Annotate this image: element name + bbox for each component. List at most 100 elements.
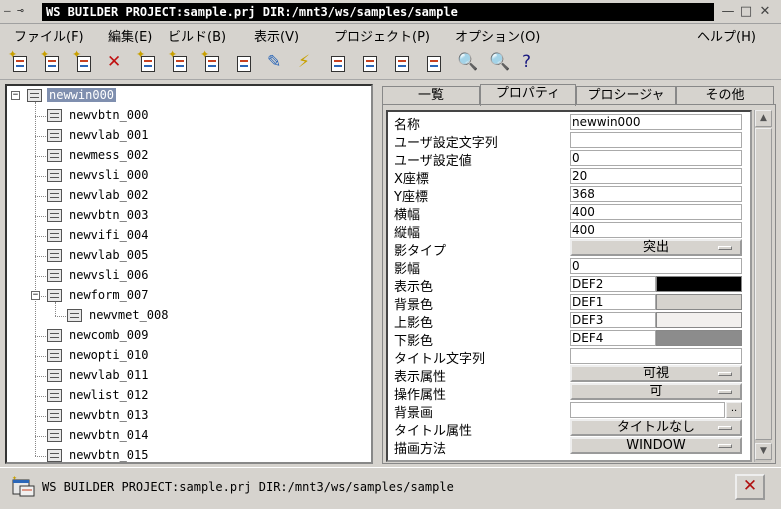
property-value-field[interactable]: 368 [570,186,742,202]
property-value-field[interactable]: 400 [570,204,742,220]
tree-item[interactable]: newvbtn_000 [7,106,367,126]
tree-item[interactable]: newlist_012 [7,386,367,406]
tree-item[interactable]: newwin000 [7,86,367,106]
property-select[interactable]: 可 [570,383,742,400]
tree-item[interactable]: newvsli_006 [7,266,367,286]
tab-procedures[interactable]: プロシージャ [576,86,676,105]
widget-icon [47,109,62,122]
option-menu-icon [718,444,732,448]
widget-tree[interactable]: newwin000 newvbtn_000 newvlab_001 newmess_0… [5,84,373,464]
tree-item[interactable]: newvbtn_003 [7,206,367,226]
window-menu-icon[interactable]: — ⊸ [4,4,24,17]
new-dialog-icon[interactable]: ✦ [38,49,66,77]
property-row: 描画方法 WINDOW [388,437,750,457]
property-value-field[interactable]: DEF3 [570,312,656,328]
tree-item[interactable]: newvifi_004 [7,226,367,246]
delete-icon[interactable]: ✕ [102,49,130,77]
menu-help[interactable]: ヘルプ(H) [697,26,756,45]
title-bar[interactable]: — ⊸ WS BUILDER PROJECT:sample.prj DIR:/m… [0,0,781,24]
widget-icon [47,269,62,282]
tree-item-label: newvlab_001 [69,128,149,142]
maximize-button[interactable]: □ [737,3,755,21]
tree-item[interactable]: newvmet_008 [7,306,367,326]
property-value-field[interactable]: DEF4 [570,330,656,346]
tree-item[interactable]: newvlab_001 [7,126,367,146]
scroll-up-button[interactable]: ▲ [755,110,772,127]
property-tabs: 一覧 プロパティ プロシージャ その他 [382,84,776,106]
new-list-icon[interactable]: ✦ [166,49,194,77]
menu-edit[interactable]: 編集(E) [108,26,152,45]
tree-item[interactable]: newvlab_002 [7,186,367,206]
color-swatch[interactable] [656,276,742,292]
tab-other[interactable]: その他 [676,86,774,105]
close-window-button[interactable]: ✕ [756,3,774,21]
collapse-toggle[interactable]: − [31,291,40,300]
property-select[interactable]: 可視 [570,365,742,382]
property-value-field[interactable]: 20 [570,168,742,184]
tab-list[interactable]: 一覧 [382,86,480,105]
tree-item[interactable]: newcomb_009 [7,326,367,346]
property-value-field[interactable]: DEF2 [570,276,656,292]
property-row: 背景色 DEF1 [388,293,750,313]
status-close-button[interactable]: ✕ [735,474,765,500]
tree-item[interactable]: newmess_002 [7,146,367,166]
new-window-icon[interactable]: ✦ [6,49,34,77]
color-swatch[interactable] [656,294,742,310]
color-swatch[interactable] [656,330,742,346]
menu-view[interactable]: 表示(V) [254,26,299,45]
build-icon[interactable] [324,49,352,77]
property-name: 描画方法 [394,442,447,457]
collapse-toggle[interactable]: − [11,91,20,100]
property-value-field[interactable] [570,132,742,148]
widget-icon [27,89,42,102]
scroll-thumb[interactable] [755,128,772,440]
property-row: 横幅 400 [388,203,750,223]
tree-item-label: newvifi_004 [69,228,149,242]
property-scrollbar[interactable]: ▲ ▼ [754,110,772,462]
tree-item[interactable]: newvbtn_015 [7,446,367,462]
tree-item[interactable]: newform_007 [7,286,367,306]
stack-icon[interactable] [230,49,258,77]
new-menu-icon[interactable]: ✦ [134,49,162,77]
menu-build[interactable]: ビルド(B) [168,26,226,45]
property-value-field[interactable]: 0 [570,258,742,274]
property-value-field[interactable] [570,402,725,418]
browse-button[interactable]: .. [726,402,742,418]
tree-item[interactable]: newvbtn_014 [7,426,367,446]
edit-icon[interactable]: ✎ [262,49,290,77]
menu-options[interactable]: オプション(O) [455,26,540,45]
property-row: ユーザ設定文字列 [388,131,750,151]
new-form-icon[interactable]: ✦ [70,49,98,77]
property-select[interactable]: WINDOW [570,437,742,454]
tree-item[interactable]: newvsli_000 [7,166,367,186]
tree-item[interactable]: newvlab_005 [7,246,367,266]
new-item-icon[interactable]: ✦ [198,49,226,77]
minimize-button[interactable]: — [719,3,737,21]
tree-item[interactable]: newopti_010 [7,346,367,366]
color-swatch[interactable] [656,312,742,328]
property-value-field[interactable]: 400 [570,222,742,238]
zoom-fit-icon[interactable]: 🔍 [484,49,512,77]
menu-project[interactable]: プロジェクト(P) [334,26,430,45]
help-book-icon[interactable]: ? [517,49,545,77]
property-select-value: 可 [649,384,663,399]
property-select[interactable]: タイトルなし [570,419,742,436]
property-value-field[interactable]: 0 [570,150,742,166]
property-select-value: 可視 [642,366,669,381]
widget-icon [47,289,62,302]
property-value-field[interactable] [570,348,742,364]
lightning-icon[interactable]: ⚡ [293,49,321,77]
property-value-field[interactable]: newwin000 [570,114,742,130]
properties-icon[interactable] [420,49,448,77]
folder-icon[interactable] [388,49,416,77]
tree-item[interactable]: newvlab_011 [7,366,367,386]
tree-item[interactable]: newvbtn_013 [7,406,367,426]
scroll-down-button[interactable]: ▼ [755,443,772,460]
property-select[interactable]: 突出 [570,239,742,256]
save-icon[interactable] [356,49,384,77]
tab-properties[interactable]: プロパティ [480,84,576,106]
property-list[interactable]: 名称 newwin000 ユーザ設定文字列 ユーザ設定値 0 X座標 20 Y座標 368 横幅 4… [386,110,752,462]
menu-file[interactable]: ファイル(F) [14,26,84,45]
zoom-in-icon[interactable]: 🔍 [452,49,480,77]
property-value-field[interactable]: DEF1 [570,294,656,310]
